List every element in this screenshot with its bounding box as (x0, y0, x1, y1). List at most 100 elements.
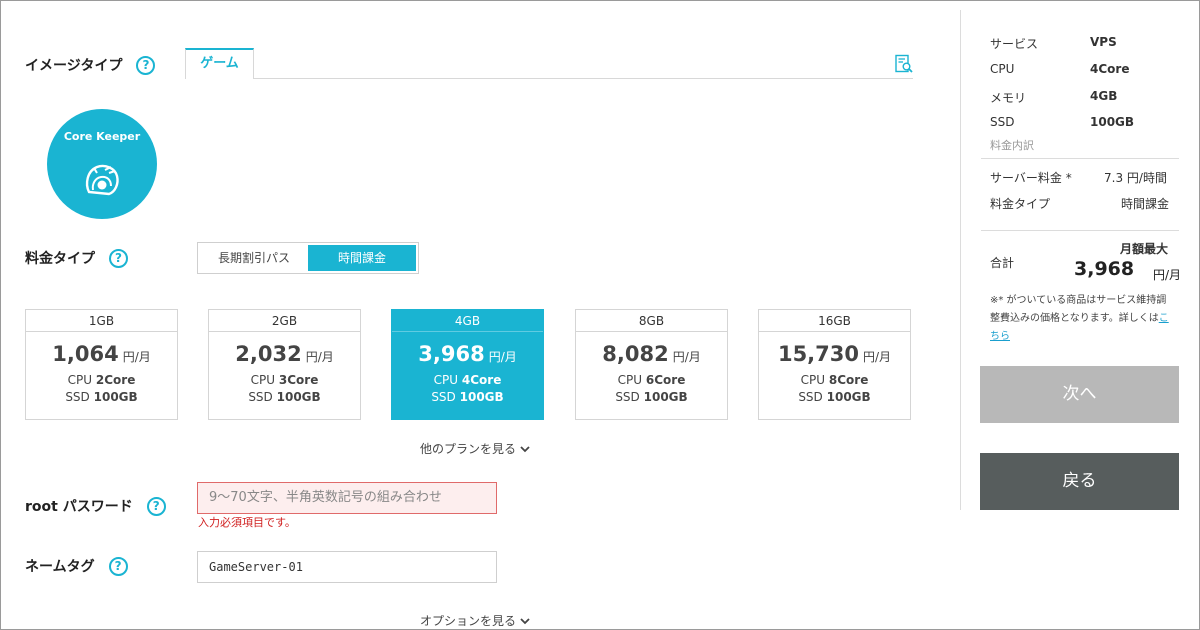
plan-price-row: 1,064 円/月 (26, 342, 177, 366)
plan-price-unit: 円/月 (488, 350, 517, 364)
plan-ssd-row: SSD 100GB (26, 389, 177, 406)
plan-cpu: 8Core (828, 373, 869, 387)
summary-note: ※* がついている商品はサービス維持調整費込みの価格となります。詳しくはこちら (990, 292, 1176, 346)
plan-price-row: 3,968 円/月 (392, 342, 543, 366)
core-keeper-logo-icon (85, 164, 119, 196)
game-core-keeper-tile[interactable]: Core Keeper (47, 109, 157, 219)
back-button[interactable]: 戻る (980, 453, 1179, 510)
more-options-link[interactable]: オプションを見る (420, 612, 530, 629)
plan-card-4gb[interactable]: 4GB 3,968 円/月 CPU 4Core SSD 100GB (391, 309, 544, 420)
pricing-type-toggle: 長期割引パス 時間課金 (197, 242, 419, 274)
summary-cpu-value: 4Core (1090, 62, 1130, 76)
summary-breakdown-label: 料金内訳 (990, 139, 1034, 152)
game-name: Core Keeper (63, 130, 141, 143)
plan-cpu-row: CPU 4Core (392, 372, 543, 389)
plan-memory: 8GB (576, 310, 727, 332)
summary-service-value: VPS (1090, 35, 1117, 49)
tab-game[interactable]: ゲーム (185, 48, 254, 79)
plan-price-unit: 円/月 (122, 350, 151, 364)
pricing-type-row: 料金タイプ ? (25, 248, 128, 268)
summary-total-unit: 円/月 (1153, 268, 1182, 282)
summary-ssd-key: SSD (990, 115, 1015, 129)
plan-ssd-row: SSD 100GB (392, 389, 543, 406)
summary-fee-type-label: 料金タイプ (990, 197, 1051, 211)
summary-separator (981, 230, 1179, 231)
chevron-down-icon (520, 446, 530, 453)
root-password-label: root パスワード (25, 499, 133, 515)
summary-note-text: ※* がついている商品はサービス維持調整費込みの価格となります。詳しくは (990, 295, 1167, 324)
name-tag-label: ネームタグ (25, 559, 95, 575)
plan-ssd-label: SSD (431, 390, 456, 404)
plan-price: 8,082 (602, 342, 669, 366)
more-plans-label: 他のプランを見る (420, 442, 517, 456)
plan-cpu-label: CPU (800, 373, 826, 387)
plan-card-2gb[interactable]: 2GB 2,032 円/月 CPU 3Core SSD 100GB (208, 309, 361, 420)
plan-ssd: 100GB (826, 390, 871, 404)
tab-underline (185, 78, 913, 79)
plan-memory: 1GB (26, 310, 177, 332)
document-search-icon[interactable] (894, 54, 914, 74)
plan-cpu-label: CPU (617, 373, 643, 387)
summary-server-fee-label: サーバー料金 * (990, 171, 1072, 185)
root-password-input[interactable]: 9～70文字、半角英数記号の組み合わせ (197, 482, 497, 514)
image-type-row: イメージタイプ ? (25, 55, 156, 75)
plan-ssd-label: SSD (65, 390, 90, 404)
chevron-down-icon (520, 618, 530, 625)
summary-fee-type-value: 時間課金 (1121, 197, 1170, 211)
plan-cpu: 6Core (645, 373, 686, 387)
plan-cpu-label: CPU (250, 373, 276, 387)
plan-ssd: 100GB (459, 390, 504, 404)
plan-ssd: 100GB (643, 390, 688, 404)
plan-ssd-label: SSD (798, 390, 823, 404)
plan-price-row: 2,032 円/月 (209, 342, 360, 366)
summary-total-label: 合計 (990, 256, 1015, 270)
pricing-option-long-term[interactable]: 長期割引パス (200, 245, 308, 271)
plan-ssd-row: SSD 100GB (576, 389, 727, 406)
plan-cpu: 2Core (95, 373, 136, 387)
name-tag-row: ネームタグ ? (25, 556, 128, 576)
plan-price-unit: 円/月 (863, 350, 892, 364)
plan-ssd: 100GB (276, 390, 321, 404)
plan-ssd-label: SSD (248, 390, 273, 404)
summary-server-fee-value: 7.3 円/時間 (1104, 171, 1167, 185)
plan-price-unit: 円/月 (305, 350, 334, 364)
summary-service-key: サービス (990, 37, 1039, 51)
plan-card-8gb[interactable]: 8GB 8,082 円/月 CPU 6Core SSD 100GB (575, 309, 728, 420)
plan-card-1gb[interactable]: 1GB 1,064 円/月 CPU 2Core SSD 100GB (25, 309, 178, 420)
pricing-option-hourly[interactable]: 時間課金 (308, 245, 416, 271)
plan-ssd-row: SSD 100GB (209, 389, 360, 406)
more-options-label: オプションを見る (420, 614, 517, 628)
pricing-type-help-icon[interactable]: ? (109, 248, 128, 268)
image-type-label: イメージタイプ (25, 58, 123, 74)
summary-total-value: 3,968 (1074, 258, 1135, 280)
plan-ssd-label: SSD (615, 390, 640, 404)
image-type-help-icon[interactable]: ? (136, 55, 156, 75)
plan-price-unit: 円/月 (672, 350, 701, 364)
name-tag-input[interactable]: GameServer-01 (197, 551, 497, 583)
summary-memory-key: メモリ (990, 91, 1027, 105)
more-plans-link[interactable]: 他のプランを見る (420, 440, 530, 457)
root-password-help-icon[interactable]: ? (146, 496, 166, 516)
plan-cpu-row: CPU 2Core (26, 372, 177, 389)
plan-ssd-row: SSD 100GB (759, 389, 910, 406)
root-password-row: root パスワード ? (25, 496, 166, 516)
summary-separator (981, 158, 1179, 159)
next-button[interactable]: 次へ (980, 366, 1179, 423)
root-password-error: 入力必須項目です。 (198, 516, 296, 529)
plan-cpu-row: CPU 3Core (209, 372, 360, 389)
plan-cpu-row: CPU 6Core (576, 372, 727, 389)
plan-price-row: 15,730 円/月 (759, 342, 910, 366)
plan-card-16gb[interactable]: 16GB 15,730 円/月 CPU 8Core SSD 100GB (758, 309, 911, 420)
summary-memory-value: 4GB (1090, 89, 1118, 103)
summary-ssd-value: 100GB (1090, 115, 1135, 129)
plan-cpu-label: CPU (433, 373, 459, 387)
plan-cpu-label: CPU (67, 373, 93, 387)
name-tag-help-icon[interactable]: ? (108, 556, 128, 576)
plan-price: 1,064 (52, 342, 119, 366)
summary-cpu-key: CPU (990, 62, 1015, 76)
plan-cpu-row: CPU 8Core (759, 372, 910, 389)
pricing-type-label: 料金タイプ (25, 251, 95, 267)
plan-cpu: 4Core (461, 373, 502, 387)
plan-memory: 2GB (209, 310, 360, 332)
plan-price: 3,968 (418, 342, 485, 366)
